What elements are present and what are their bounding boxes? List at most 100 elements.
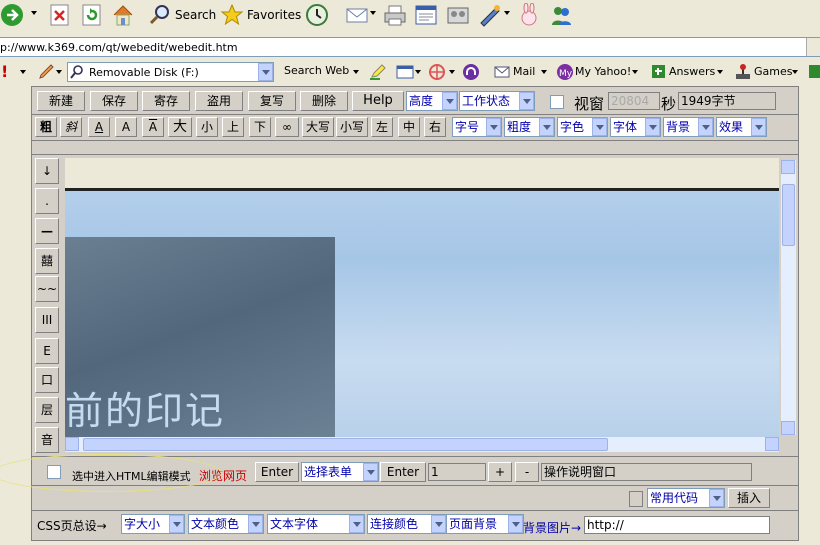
search-icon[interactable]: [148, 3, 172, 27]
page-background-select[interactable]: 页面背景: [446, 514, 524, 534]
lowercase-button[interactable]: 小写: [336, 117, 368, 137]
enter-button-2[interactable]: Enter: [380, 462, 426, 482]
font-family-select[interactable]: 字体: [610, 117, 661, 137]
scroll-up-icon[interactable]: [781, 160, 795, 174]
answers-link[interactable]: Answers: [669, 65, 715, 78]
horizontal-scrollbar[interactable]: [65, 437, 779, 452]
save-button[interactable]: 保存: [90, 91, 138, 111]
common-code-dropdown-icon[interactable]: [709, 489, 724, 507]
answers-dropdown-icon[interactable]: [717, 70, 723, 74]
count-field[interactable]: 1: [428, 463, 486, 481]
weight-dropdown-icon[interactable]: [539, 118, 554, 136]
antispy-icon[interactable]: [428, 63, 446, 81]
messenger-bunny-icon[interactable]: [517, 2, 541, 27]
drive-select[interactable]: Removable Disk (F:): [67, 62, 274, 82]
plus-button[interactable]: +: [488, 462, 512, 482]
games-link[interactable]: Games: [754, 65, 792, 78]
bold-button[interactable]: 粗: [35, 117, 57, 137]
bigger-button[interactable]: 大: [168, 117, 192, 137]
common-code-select[interactable]: 常用代码: [647, 488, 725, 508]
games-joystick-icon[interactable]: [734, 63, 752, 81]
smaller-button[interactable]: 小: [196, 117, 218, 137]
antispy-dropdown-icon[interactable]: [449, 70, 455, 74]
underline-button[interactable]: A: [88, 117, 110, 137]
new-button[interactable]: 新建: [37, 91, 85, 111]
side-button-table[interactable]: III: [35, 307, 59, 333]
form-select[interactable]: 选择表单: [301, 462, 379, 482]
font-size-css-select[interactable]: 字大小: [121, 514, 185, 534]
horizontal-scroll-thumb[interactable]: [83, 438, 608, 451]
scroll-left-icon[interactable]: [65, 437, 79, 451]
text-color-dropdown-icon[interactable]: [248, 515, 263, 533]
page-background-dropdown-icon[interactable]: [508, 515, 523, 533]
highlight-icon[interactable]: [369, 64, 387, 80]
refresh-icon[interactable]: [80, 3, 104, 27]
vertical-scrollbar[interactable]: [781, 160, 796, 435]
font-size-select[interactable]: 字号: [452, 117, 502, 137]
my-yahoo-dropdown-icon[interactable]: [632, 70, 638, 74]
side-button-e[interactable]: E: [35, 338, 59, 364]
text-color-select[interactable]: 文本颜色: [188, 514, 264, 534]
effect-dropdown-icon[interactable]: [751, 118, 766, 136]
stop-icon[interactable]: [48, 3, 72, 27]
research-icon[interactable]: [478, 3, 502, 27]
yahoo-logo-icon[interactable]: !: [1, 62, 8, 81]
address-bar[interactable]: p://www.k369.com/qt/webedit/webedit.htm: [0, 37, 820, 57]
discuss-icon[interactable]: [446, 3, 470, 27]
search-web-button[interactable]: Search Web: [284, 62, 362, 82]
height-select[interactable]: 高度: [406, 91, 458, 111]
align-left-button[interactable]: 左: [371, 117, 393, 137]
copy-button[interactable]: 复写: [248, 91, 296, 111]
editor-canvas[interactable]: 前的印记: [65, 158, 779, 448]
address-url[interactable]: p://www.k369.com/qt/webedit/webedit.htm: [0, 41, 238, 54]
my-yahoo-icon[interactable]: My: [556, 63, 574, 81]
text-font-select[interactable]: 文本字体: [267, 514, 365, 534]
side-button-dot[interactable]: .: [35, 188, 59, 214]
status-select-dropdown-icon[interactable]: [519, 92, 534, 110]
font-size-dropdown-icon[interactable]: [486, 118, 501, 136]
align-right-button[interactable]: 右: [424, 117, 446, 137]
research-dropdown-icon[interactable]: [504, 11, 510, 15]
spinner-icon[interactable]: [629, 491, 643, 507]
italic-button[interactable]: 斜: [60, 117, 82, 137]
history-icon[interactable]: [305, 3, 329, 27]
help-button[interactable]: Help: [352, 91, 404, 111]
link-color-select[interactable]: 连接颜色: [367, 514, 447, 534]
align-center-button[interactable]: 中: [398, 117, 420, 137]
text-font-dropdown-icon[interactable]: [349, 515, 364, 533]
favorites-star-icon[interactable]: [220, 3, 244, 27]
effect-select[interactable]: 效果: [716, 117, 767, 137]
instructions-window[interactable]: 操作说明窗口: [541, 463, 752, 481]
background-image-field[interactable]: http://: [584, 516, 770, 534]
font-color-select[interactable]: 字色: [557, 117, 608, 137]
minus-button[interactable]: -: [515, 462, 539, 482]
home-icon[interactable]: [111, 3, 135, 27]
pencil-dropdown-icon[interactable]: [56, 70, 62, 74]
superscript-button[interactable]: 上: [222, 117, 244, 137]
link-button[interactable]: ∞: [275, 117, 299, 137]
side-button-hr[interactable]: —: [35, 218, 59, 244]
side-button-layer[interactable]: 层: [35, 397, 59, 423]
mail-icon[interactable]: [345, 3, 369, 27]
edit-icon[interactable]: [414, 3, 438, 27]
my-yahoo-link[interactable]: My Yahoo!: [575, 65, 631, 78]
side-button-arrow[interactable]: ↓: [35, 158, 59, 184]
mail-link[interactable]: Mail: [513, 65, 535, 78]
side-button-audio[interactable]: 音: [35, 427, 59, 453]
side-button-box[interactable]: 口: [35, 367, 59, 393]
side-button-marquee[interactable]: ~~: [35, 276, 59, 302]
steal-button[interactable]: 盗用: [195, 91, 243, 111]
search-web-dropdown-icon[interactable]: [353, 70, 359, 74]
messenger-icon[interactable]: [549, 3, 573, 27]
insert-button[interactable]: 插入: [728, 488, 770, 508]
font-family-dropdown-icon[interactable]: [645, 118, 660, 136]
headphones-icon[interactable]: [462, 63, 480, 81]
games-dropdown-icon[interactable]: [792, 70, 798, 74]
window-dropdown-icon[interactable]: [415, 70, 421, 74]
forward-dropdown-icon[interactable]: [31, 11, 37, 15]
strike-button[interactable]: A: [115, 117, 137, 137]
side-button-double-happiness[interactable]: 囍: [35, 248, 59, 274]
forward-icon[interactable]: [0, 3, 24, 27]
drive-select-dropdown-icon[interactable]: [258, 63, 273, 81]
favorites-button-label[interactable]: Favorites: [247, 8, 301, 22]
